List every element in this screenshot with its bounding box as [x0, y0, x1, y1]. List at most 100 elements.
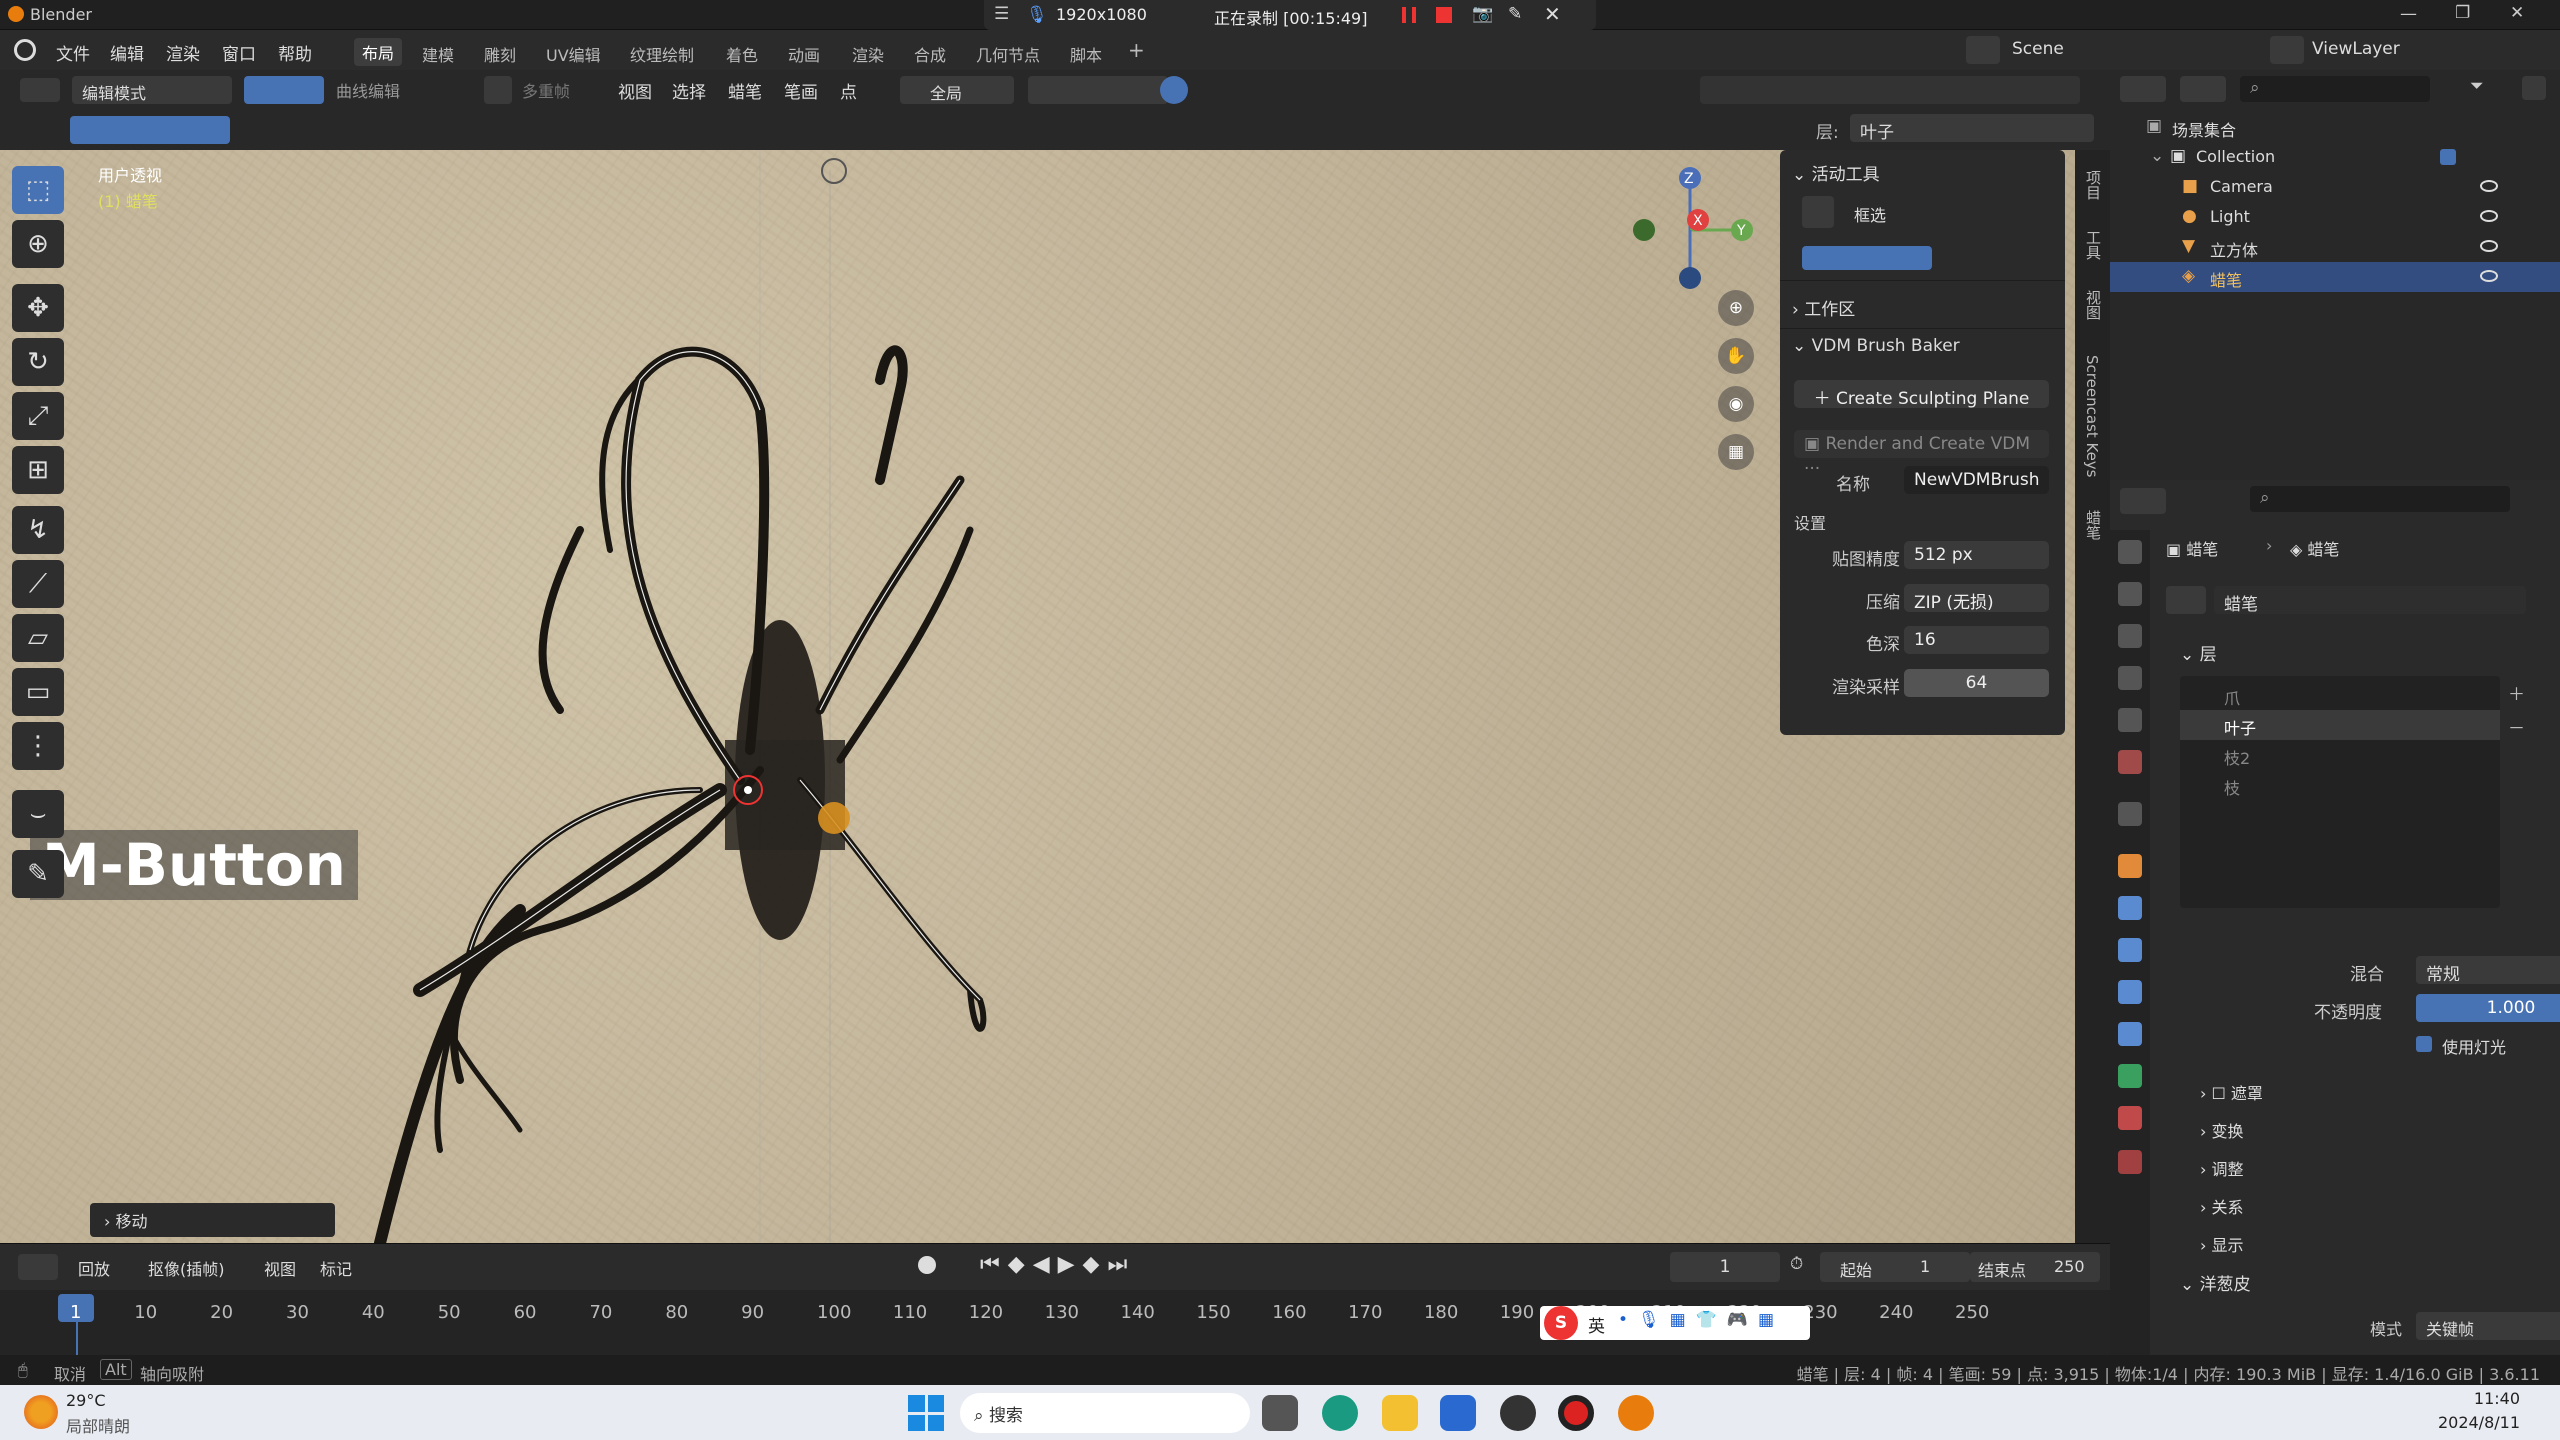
render-create-vdm-button[interactable]: ▣ Render and Create VDM ... [1794, 430, 2049, 474]
menu-point[interactable]: 点 [840, 78, 857, 103]
box-select-icon[interactable] [1802, 196, 1834, 228]
end-frame-field[interactable]: 结束点 250 [1970, 1252, 2100, 1282]
tab-geonodes[interactable]: 几何节点 [976, 42, 1040, 66]
tab-modeling[interactable]: 建模 [422, 42, 454, 66]
radius-tool-icon[interactable]: ▭ [12, 668, 64, 716]
3d-viewport[interactable]: 用户透视 (1) 蜡笔 Z Y X ⊕ ✋ ◉ ▦ M-Button › 移动 [0, 150, 2075, 1243]
multiframe-toggle[interactable]: 多重帧 [522, 78, 570, 102]
scene-icon[interactable] [1966, 36, 2000, 64]
tab-layout[interactable]: 布局 [354, 38, 403, 66]
select-mode-group[interactable] [244, 76, 324, 104]
eye-icon[interactable] [2480, 210, 2498, 222]
taskbar-search-input[interactable]: ⌕ 搜索 [960, 1393, 1250, 1433]
effects-tab-icon[interactable] [2118, 938, 2142, 962]
tab-scripting[interactable]: 脚本 [1070, 42, 1102, 66]
explorer-icon[interactable] [1382, 1395, 1418, 1431]
onion-mode-dropdown[interactable]: 关键帧 [2416, 1312, 2560, 1340]
tool-tab-icon[interactable] [2118, 540, 2142, 564]
vdm-header[interactable]: ⌄ VDM Brush Baker [1792, 336, 1960, 356]
outliner-root[interactable]: ▣ 场景集合 [2110, 112, 2560, 142]
outliner-collection[interactable]: ⌄ ▣ Collection [2110, 142, 2560, 172]
samples-field[interactable]: 64 [1904, 669, 2049, 697]
remove-layer-icon[interactable]: － [2508, 714, 2525, 739]
maximize-icon[interactable]: ❐ [2455, 3, 2470, 23]
mode-dropdown[interactable]: 编辑模式 [72, 76, 232, 104]
texture-tab-icon[interactable] [2118, 1150, 2142, 1174]
cursor-tool-icon[interactable]: ⊕ [12, 220, 64, 268]
adjust-subpanel[interactable]: › 调整 [2200, 1156, 2244, 1180]
layer-item-active[interactable]: 叶子 [2180, 710, 2500, 740]
tab-compositing[interactable]: 合成 [914, 42, 946, 66]
use-lights-checkbox[interactable] [2416, 1036, 2432, 1052]
selection-mode-row[interactable] [1802, 246, 1932, 270]
menu-window[interactable]: 窗口 [222, 40, 256, 65]
menu-file[interactable]: 文件 [56, 40, 90, 65]
tab-sculpt[interactable]: 雕刻 [484, 42, 516, 66]
menu-marker[interactable]: 标记 [320, 1256, 352, 1280]
relations-subpanel[interactable]: › 关系 [2200, 1194, 2244, 1218]
pan-hand-icon[interactable]: ✋ [1718, 338, 1754, 374]
transform-tool-icon[interactable]: ⊞ [12, 446, 64, 494]
output-tab-icon[interactable] [2118, 624, 2142, 648]
tab-rendering[interactable]: 渲染 [852, 42, 884, 66]
menu-view-tl[interactable]: 视图 [264, 1256, 296, 1280]
layer-dropdown[interactable]: 叶子 [1850, 114, 2094, 143]
pause-icon[interactable] [1402, 7, 1416, 23]
blend-dropdown[interactable]: 常规 [2416, 956, 2560, 985]
windows-start-icon[interactable] [908, 1395, 944, 1431]
to-sphere-tool-icon[interactable]: ▱ [12, 614, 64, 662]
minimize-icon[interactable]: — [2400, 4, 2417, 24]
layer-item[interactable]: 枝2 [2180, 740, 2500, 770]
taskview-icon[interactable] [1262, 1395, 1298, 1431]
ortho-grid-icon[interactable]: ▦ [1718, 434, 1754, 470]
recorder-app-icon[interactable] [1558, 1395, 1594, 1431]
extrude-tool-icon[interactable]: ⋮ [12, 722, 64, 770]
tab-shading[interactable]: 着色 [726, 42, 758, 66]
create-sculpting-plane-button[interactable]: ＋ Create Sculpting Plane [1794, 380, 2049, 409]
edge-icon[interactable] [1322, 1395, 1358, 1431]
last-operation-panel[interactable]: › 移动 [90, 1203, 335, 1237]
tab-view[interactable]: 视图 [2083, 290, 2104, 320]
exclude-checkbox[interactable] [2440, 149, 2456, 165]
store-icon[interactable] [1440, 1395, 1476, 1431]
weather-icon[interactable] [24, 1395, 58, 1429]
bend-tool-icon[interactable]: ↯ [12, 506, 64, 554]
layer-list[interactable]: 爪 叶子 枝2 枝 [2180, 676, 2500, 908]
constraints-tab-icon[interactable] [2118, 1022, 2142, 1046]
pivot-snap-group[interactable] [1028, 76, 1168, 104]
collection-tab-icon[interactable] [2118, 802, 2142, 826]
breadcrumb-data[interactable]: ◈ 蜡笔 [2290, 536, 2339, 560]
eye-icon[interactable] [2480, 180, 2498, 192]
data-tab-icon[interactable] [2118, 1064, 2142, 1088]
pen-icon[interactable]: ✎ [1508, 4, 1522, 24]
blender-menu-icon[interactable] [14, 39, 36, 61]
layer-item[interactable]: 爪 [2180, 680, 2500, 710]
camera-icon[interactable]: 📷 [1472, 4, 1493, 24]
timeline-type-icon[interactable] [18, 1254, 58, 1280]
tab-uv[interactable]: UV编辑 [546, 42, 601, 66]
ime-icons[interactable]: •🎙▦👕🎮▦ [1618, 1310, 1784, 1330]
menu-render[interactable]: 渲染 [166, 40, 200, 65]
add-layer-icon[interactable]: ＋ [2508, 680, 2525, 705]
menu-playback[interactable]: 回放 [78, 1256, 110, 1280]
eye-icon[interactable] [2480, 270, 2498, 282]
mic-icon[interactable]: 🎙 [1026, 5, 1048, 25]
scene-tab-icon[interactable] [2118, 708, 2142, 732]
tab-tool[interactable]: 工具 [2083, 230, 2104, 260]
menu-keying[interactable]: 抠像(插帧) [148, 1256, 225, 1280]
display-mode-icon[interactable] [2180, 76, 2226, 102]
data-name-field[interactable]: 蜡笔 [2214, 586, 2526, 615]
menu-edit[interactable]: 编辑 [110, 40, 144, 65]
ime-lang[interactable]: 英 [1588, 1312, 1605, 1337]
select-box-tool-icon[interactable]: ⬚ [12, 166, 64, 214]
outliner-type-icon[interactable] [2120, 76, 2166, 102]
tab-gpencil[interactable]: 蜡笔 [2083, 510, 2104, 540]
transform-subpanel[interactable]: › 变换 [2200, 1118, 2244, 1142]
viewlayer-name[interactable]: ViewLayer [2312, 39, 2400, 59]
stop-icon[interactable] [1436, 7, 1452, 23]
render-tab-icon[interactable] [2118, 582, 2142, 606]
menu-icon[interactable]: ☰ [994, 4, 1009, 24]
onion-skin-header[interactable]: ⌄ 洋葱皮 [2180, 1270, 2251, 1295]
props-type-icon[interactable] [2120, 488, 2166, 514]
curve-edit-toggle[interactable]: 曲线编辑 [336, 78, 400, 102]
